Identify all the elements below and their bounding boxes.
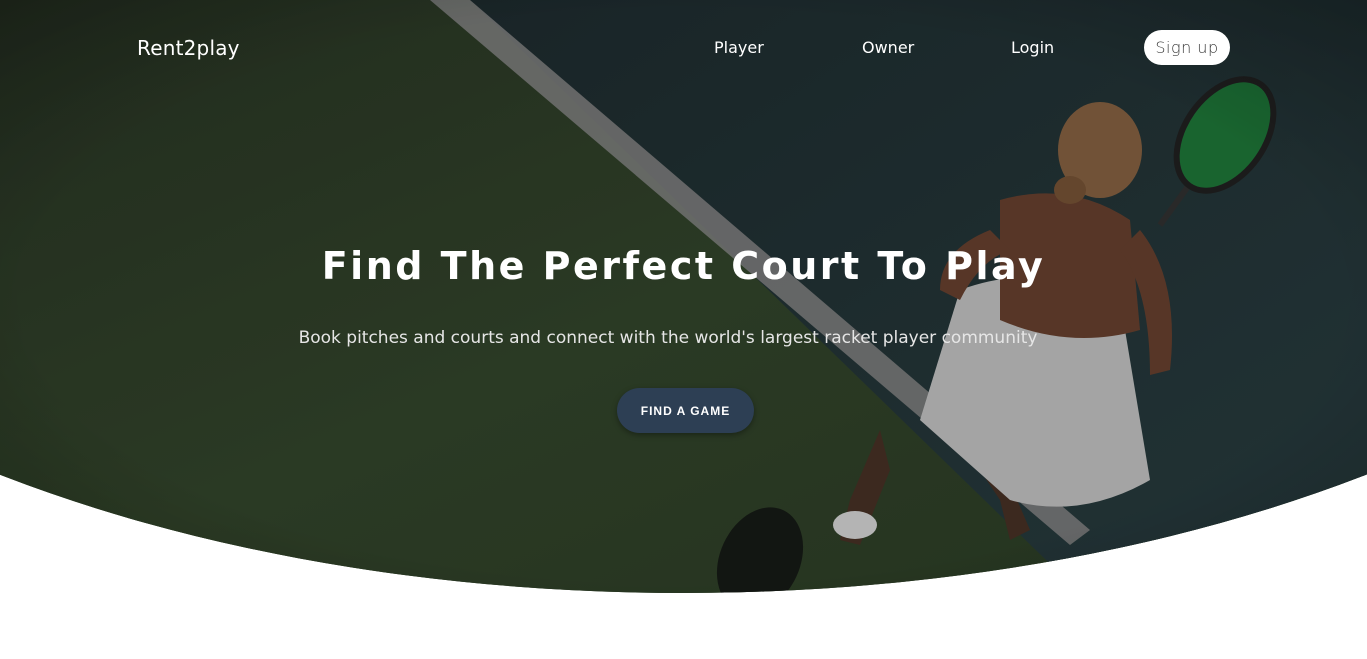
- nav-link-player[interactable]: Player: [714, 38, 764, 57]
- hero-subtitle: Book pitches and courts and connect with…: [298, 328, 1038, 348]
- find-a-game-button[interactable]: FIND A GAME: [617, 388, 754, 433]
- signup-button[interactable]: Sign up: [1144, 30, 1230, 65]
- landing-page: Rent2play Player Owner Login Sign up Fin…: [0, 0, 1367, 659]
- nav-link-owner[interactable]: Owner: [862, 38, 914, 57]
- nav-link-login[interactable]: Login: [1011, 38, 1054, 57]
- hero-title: Find The Perfect Court To Play: [321, 244, 1046, 288]
- site-logo[interactable]: Rent2play: [137, 36, 240, 60]
- top-navigation: Rent2play Player Owner Login Sign up: [0, 0, 1367, 95]
